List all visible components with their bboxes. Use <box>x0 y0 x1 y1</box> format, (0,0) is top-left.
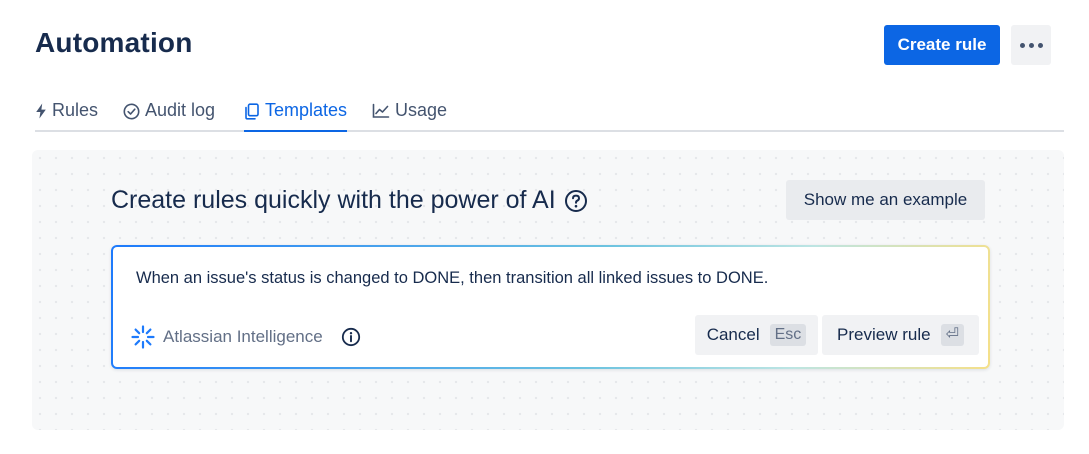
page-title: Automation <box>35 27 193 58</box>
tab-label: Rules <box>52 100 99 120</box>
ai-prompt-card: When an issue's status is changed to DON… <box>111 245 990 369</box>
info-icon[interactable] <box>341 327 361 347</box>
atlassian-intelligence-icon <box>131 325 155 349</box>
esc-shortcut-badge: Esc <box>769 324 807 346</box>
ai-label: Atlassian Intelligence <box>163 327 323 346</box>
more-actions-button[interactable] <box>1011 25 1051 65</box>
tab-templates[interactable]: Templates <box>244 100 348 132</box>
preview-rule-button[interactable]: Preview rule ⏎ <box>822 315 979 355</box>
question-circle-icon[interactable] <box>564 189 588 213</box>
cancel-button[interactable]: Cancel Esc <box>695 315 818 355</box>
preview-label: Preview rule <box>837 325 931 344</box>
check-circle-icon <box>123 103 140 120</box>
copy-icon <box>245 103 259 120</box>
headline-text: Create rules quickly with the power of A… <box>111 186 556 214</box>
line-chart-icon <box>372 103 390 118</box>
tab-label: Templates <box>265 100 348 120</box>
create-rule-button[interactable]: Create rule <box>884 25 1000 65</box>
ai-panel-headline: Create rules quickly with the power of A… <box>111 186 588 215</box>
more-horizontal-icon <box>1019 42 1043 48</box>
tab-usage[interactable]: Usage <box>372 100 447 128</box>
tab-audit-log[interactable]: Audit log <box>123 100 215 128</box>
enter-shortcut-badge: ⏎ <box>940 324 964 346</box>
ai-branding: Atlassian Intelligence <box>131 325 361 349</box>
tab-label: Audit log <box>145 100 216 120</box>
tab-bar: Rules Audit log Templates Usage <box>35 96 1064 132</box>
cancel-label: Cancel <box>706 325 760 344</box>
lightning-icon <box>36 103 46 119</box>
show-example-button[interactable]: Show me an example <box>786 180 985 220</box>
prompt-input[interactable]: When an issue's status is changed to DON… <box>136 269 768 288</box>
tab-rules[interactable]: Rules <box>35 100 98 128</box>
tab-label: Usage <box>395 100 448 120</box>
